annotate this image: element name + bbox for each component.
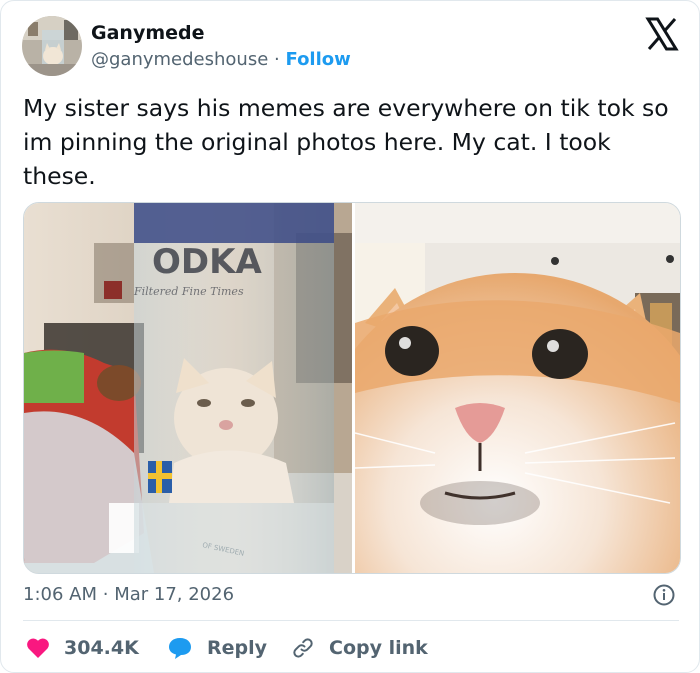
reply-button[interactable]: Reply	[167, 633, 267, 663]
copy-link-label: Copy link	[329, 637, 428, 659]
photo-cat-closeup[interactable]	[315, 203, 680, 573]
tweet-card: Ganymede @ganymedeshouse · Follow My sis…	[0, 0, 700, 673]
like-count: 304.4K	[64, 637, 139, 659]
like-button[interactable]: 304.4K	[26, 633, 139, 663]
author-name[interactable]: Ganymede	[91, 22, 205, 44]
link-icon	[293, 638, 313, 658]
media-grid: ODKA Filtered Fine Times OF SWEDEN	[23, 202, 681, 574]
tweet-date: Mar 17, 2026	[114, 584, 235, 605]
avatar[interactable]	[22, 16, 82, 76]
reply-label: Reply	[207, 637, 268, 659]
copy-link-button[interactable]: Copy link	[291, 633, 428, 663]
author-handle[interactable]: @ganymedeshouse	[91, 49, 268, 70]
timestamp-separator: ·	[102, 584, 109, 605]
info-icon[interactable]	[653, 584, 675, 606]
heart-icon	[27, 638, 49, 658]
timestamp[interactable]: 1:06 AM · Mar 17, 2026	[23, 584, 234, 605]
author-handle-row: @ganymedeshouse · Follow	[91, 49, 351, 70]
tweet-time: 1:06 AM	[23, 584, 97, 605]
tweet-text: My sister says his memes are everywhere …	[23, 94, 669, 190]
bottle-label-subtext: Filtered Fine Times	[133, 285, 244, 298]
divider	[23, 620, 679, 621]
handle-separator: ·	[274, 49, 280, 70]
follow-button[interactable]: Follow	[286, 49, 351, 70]
bottle-label-text: ODKA	[152, 242, 262, 282]
photo-cat-behind-bottle[interactable]: ODKA Filtered Fine Times OF SWEDEN	[24, 203, 352, 573]
x-logo-icon[interactable]	[645, 17, 679, 51]
reply-bubble-icon	[169, 638, 191, 659]
